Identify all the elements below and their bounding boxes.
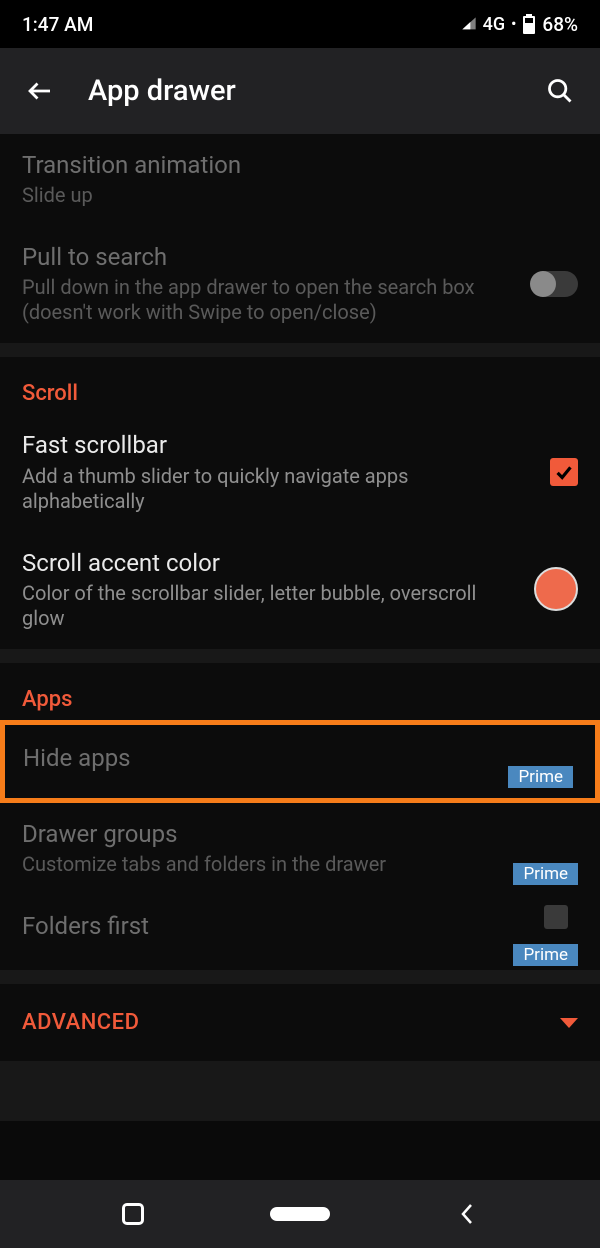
highlight-box: Hide apps Prime <box>0 720 600 803</box>
setting-label: Transition animation <box>22 150 562 181</box>
status-right: 4G • 68% <box>461 13 578 36</box>
setting-label: Folders first <box>22 911 562 942</box>
setting-sub: Customize tabs and folders in the drawer <box>22 852 562 877</box>
app-bar: App drawer <box>0 48 600 134</box>
setting-hide-apps[interactable]: Hide apps Prime <box>5 725 595 798</box>
page-title: App drawer <box>88 74 534 108</box>
search-button[interactable] <box>534 65 586 117</box>
setting-label: Scroll accent color <box>22 548 518 579</box>
prime-badge: Prime <box>508 766 573 788</box>
setting-transition-animation[interactable]: Transition animation Slide up <box>0 134 600 226</box>
battery-pct: 68% <box>542 13 578 36</box>
pull-to-search-toggle[interactable] <box>532 271 578 297</box>
advanced-expander[interactable]: ADVANCED <box>0 984 600 1061</box>
chevron-down-icon <box>560 1018 578 1028</box>
chevron-left-icon <box>458 1200 476 1228</box>
toggle-knob <box>530 271 556 297</box>
signal-icon <box>461 16 477 32</box>
battery-icon <box>522 14 536 34</box>
search-icon <box>546 77 574 105</box>
setting-sub: Pull down in the app drawer to open the … <box>22 275 516 325</box>
section-header-scroll: Scroll <box>0 357 600 414</box>
back-arrow-icon <box>25 76 55 106</box>
nav-home-button[interactable] <box>270 1194 330 1234</box>
setting-label: Fast scrollbar <box>22 430 534 461</box>
signal-sep: • <box>511 15 516 33</box>
setting-drawer-groups[interactable]: Drawer groups Customize tabs and folders… <box>0 803 600 895</box>
advanced-label: ADVANCED <box>22 1010 139 1035</box>
check-icon <box>553 461 575 483</box>
setting-scroll-accent-color[interactable]: Scroll accent color Color of the scrollb… <box>0 532 600 649</box>
setting-pull-to-search[interactable]: Pull to search Pull down in the app draw… <box>0 226 600 343</box>
setting-folders-first[interactable]: Folders first Prime <box>0 895 600 970</box>
section-header-apps: Apps <box>0 663 600 720</box>
status-bar: 1:47 AM 4G • 68% <box>0 0 600 48</box>
accent-color-swatch[interactable] <box>534 567 578 611</box>
setting-label: Drawer groups <box>22 819 562 850</box>
prime-badge: Prime <box>513 944 578 966</box>
home-pill-icon <box>270 1207 330 1221</box>
navigation-bar <box>0 1180 600 1248</box>
network-label: 4G <box>483 14 506 35</box>
setting-sub: Add a thumb slider to quickly navigate a… <box>22 464 534 514</box>
setting-label: Pull to search <box>22 242 516 273</box>
fast-scrollbar-checkbox[interactable] <box>550 458 578 486</box>
setting-sub: Color of the scrollbar slider, letter bu… <box>22 581 518 631</box>
back-button[interactable] <box>14 65 66 117</box>
status-time: 1:47 AM <box>22 13 93 36</box>
square-icon <box>122 1203 144 1225</box>
setting-label: Hide apps <box>23 743 561 774</box>
folders-first-checkbox[interactable] <box>544 905 568 929</box>
setting-fast-scrollbar[interactable]: Fast scrollbar Add a thumb slider to qui… <box>0 414 600 531</box>
setting-value: Slide up <box>22 183 562 208</box>
prime-badge: Prime <box>513 863 578 885</box>
nav-recent-button[interactable] <box>103 1194 163 1234</box>
nav-back-button[interactable] <box>437 1194 497 1234</box>
